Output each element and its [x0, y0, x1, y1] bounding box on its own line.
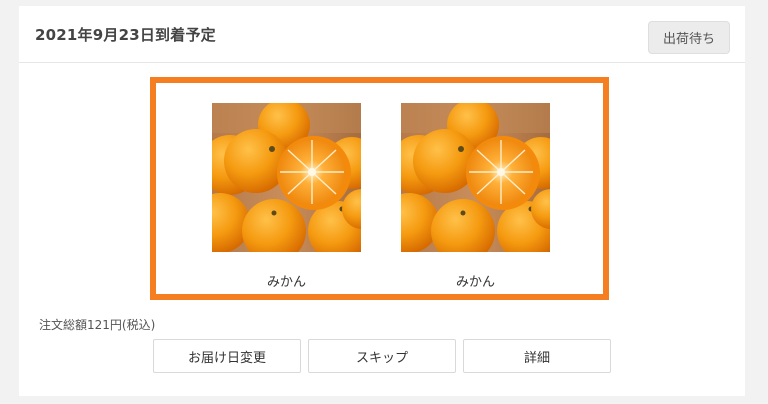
- product-name: みかん: [455, 275, 495, 290]
- change-delivery-date-button[interactable]: お届け日変更: [153, 339, 301, 373]
- details-button[interactable]: 詳細: [463, 339, 611, 373]
- order-card: 2021年9月23日到着予定 出荷待ち みかん みかん 注文総額121円(税込)…: [19, 6, 745, 396]
- orange-image: [401, 103, 550, 252]
- skip-button[interactable]: スキップ: [308, 339, 456, 373]
- action-buttons: お届け日変更 スキップ 詳細: [153, 339, 613, 373]
- product-item[interactable]: みかん: [212, 103, 361, 290]
- product-list: みかん みかん: [150, 77, 609, 300]
- order-header: 2021年9月23日到着予定 出荷待ち: [19, 6, 745, 63]
- product-item[interactable]: みかん: [401, 103, 550, 290]
- orange-image: [212, 103, 361, 252]
- product-name: みかん: [266, 275, 306, 290]
- status-badge: 出荷待ち: [648, 21, 730, 54]
- order-total: 注文総額121円(税込): [39, 318, 156, 332]
- delivery-date: 2021年9月23日到着予定: [35, 26, 216, 44]
